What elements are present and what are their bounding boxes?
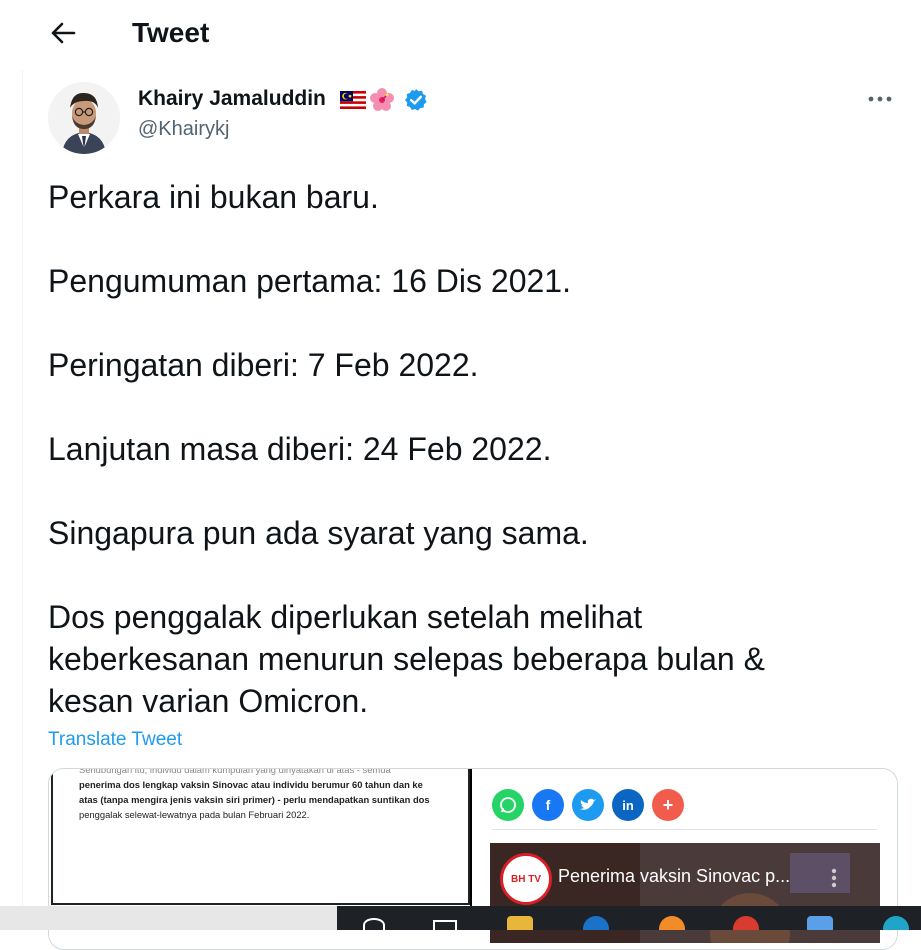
document-frame: Sehubungan itu, individu dalam kumpulan … [51,769,470,905]
translate-tweet-link[interactable]: Translate Tweet [48,728,182,752]
tweet-line: Dos penggalak diperlukan setelah melihat [48,599,643,635]
divider [492,829,877,830]
avatar-illustration [48,82,120,154]
tweet-line: Peringatan diberi: 7 Feb 2022. [48,347,479,383]
tweet-author: Khairy Jamaluddin @Khairykj [48,82,897,154]
app-icon-blue[interactable] [583,916,609,930]
back-button[interactable] [46,16,80,50]
plus-icon: + [662,794,674,815]
hibiscus-icon [370,88,394,111]
linkedin-icon: in [622,797,634,813]
bh-tv-logo: BH TV [500,853,552,905]
document-text: Sehubungan itu, individu dalam kumpulan … [79,768,449,822]
app-icon-red[interactable] [733,916,759,930]
page-title: Tweet [132,17,210,48]
bh-tv-logo-text: BH TV [511,873,541,885]
tweet-line: Singapura pun ada syarat yang sama. [48,515,589,551]
file-explorer-icon[interactable] [507,916,533,930]
more-options-button[interactable] [863,88,897,110]
task-view-icon[interactable] [433,920,457,932]
edge-icon[interactable] [883,916,909,930]
timeline-border [22,70,23,910]
display-name[interactable]: Khairy Jamaluddin [138,86,326,112]
tweet-line [48,386,898,428]
facebook-share-button[interactable]: f [532,789,564,821]
verified-badge-icon [405,89,427,111]
tweet-line: Perkara ini bukan baru. [48,179,379,215]
tweet-line: Pengumuman pertama: 16 Dis 2021. [48,263,571,299]
tweet-line [48,218,898,260]
tweet-line [48,470,898,512]
facebook-icon: f [545,797,551,813]
tweet-line: kesan varian Omicron. [48,683,369,719]
tweet-line [48,554,898,596]
os-taskbar [0,906,921,932]
tweet-line [48,302,898,344]
linkedin-share-button[interactable]: in [612,789,644,821]
tweet-text: Perkara ini bukan baru. Pengumuman perta… [48,176,898,722]
arrow-left-icon [51,22,76,44]
tweet-line: Lanjutan masa diberi: 24 Feb 2022. [48,431,552,467]
whatsapp-icon [500,797,516,813]
notepad-icon[interactable] [807,916,833,930]
avatar[interactable] [48,82,120,154]
doc-line: penggalak selewat-lewatnya pada bulan Fe… [79,809,310,820]
doc-line: Sehubungan itu, individu dalam kumpulan … [79,768,391,775]
video-title: Penerima vaksin Sinovac p... [558,866,791,886]
video-more-icon[interactable] [828,867,840,889]
tweet-line: keberkesanan menurun selepas beberapa bu… [48,641,765,677]
twitter-bird-icon [580,798,596,810]
doc-line: penerima dos lengkap vaksin Sinovac atau… [79,779,423,790]
twitter-share-button[interactable] [572,789,604,821]
tweet-header: Tweet [0,0,921,68]
whatsapp-share-button[interactable] [492,789,524,821]
taskbar-apps [337,906,921,932]
user-handle[interactable]: @Khairykj [138,116,229,142]
more-share-button[interactable]: + [652,789,684,821]
malaysia-flag-icon [340,91,366,109]
app-icon-orange[interactable] [659,916,685,930]
doc-line: atas (tanpa mengira jenis vaksin siri pr… [79,794,430,805]
media-document-image[interactable]: Sehubungan itu, individu dalam kumpulan … [49,769,472,909]
more-dots-icon [868,96,892,102]
